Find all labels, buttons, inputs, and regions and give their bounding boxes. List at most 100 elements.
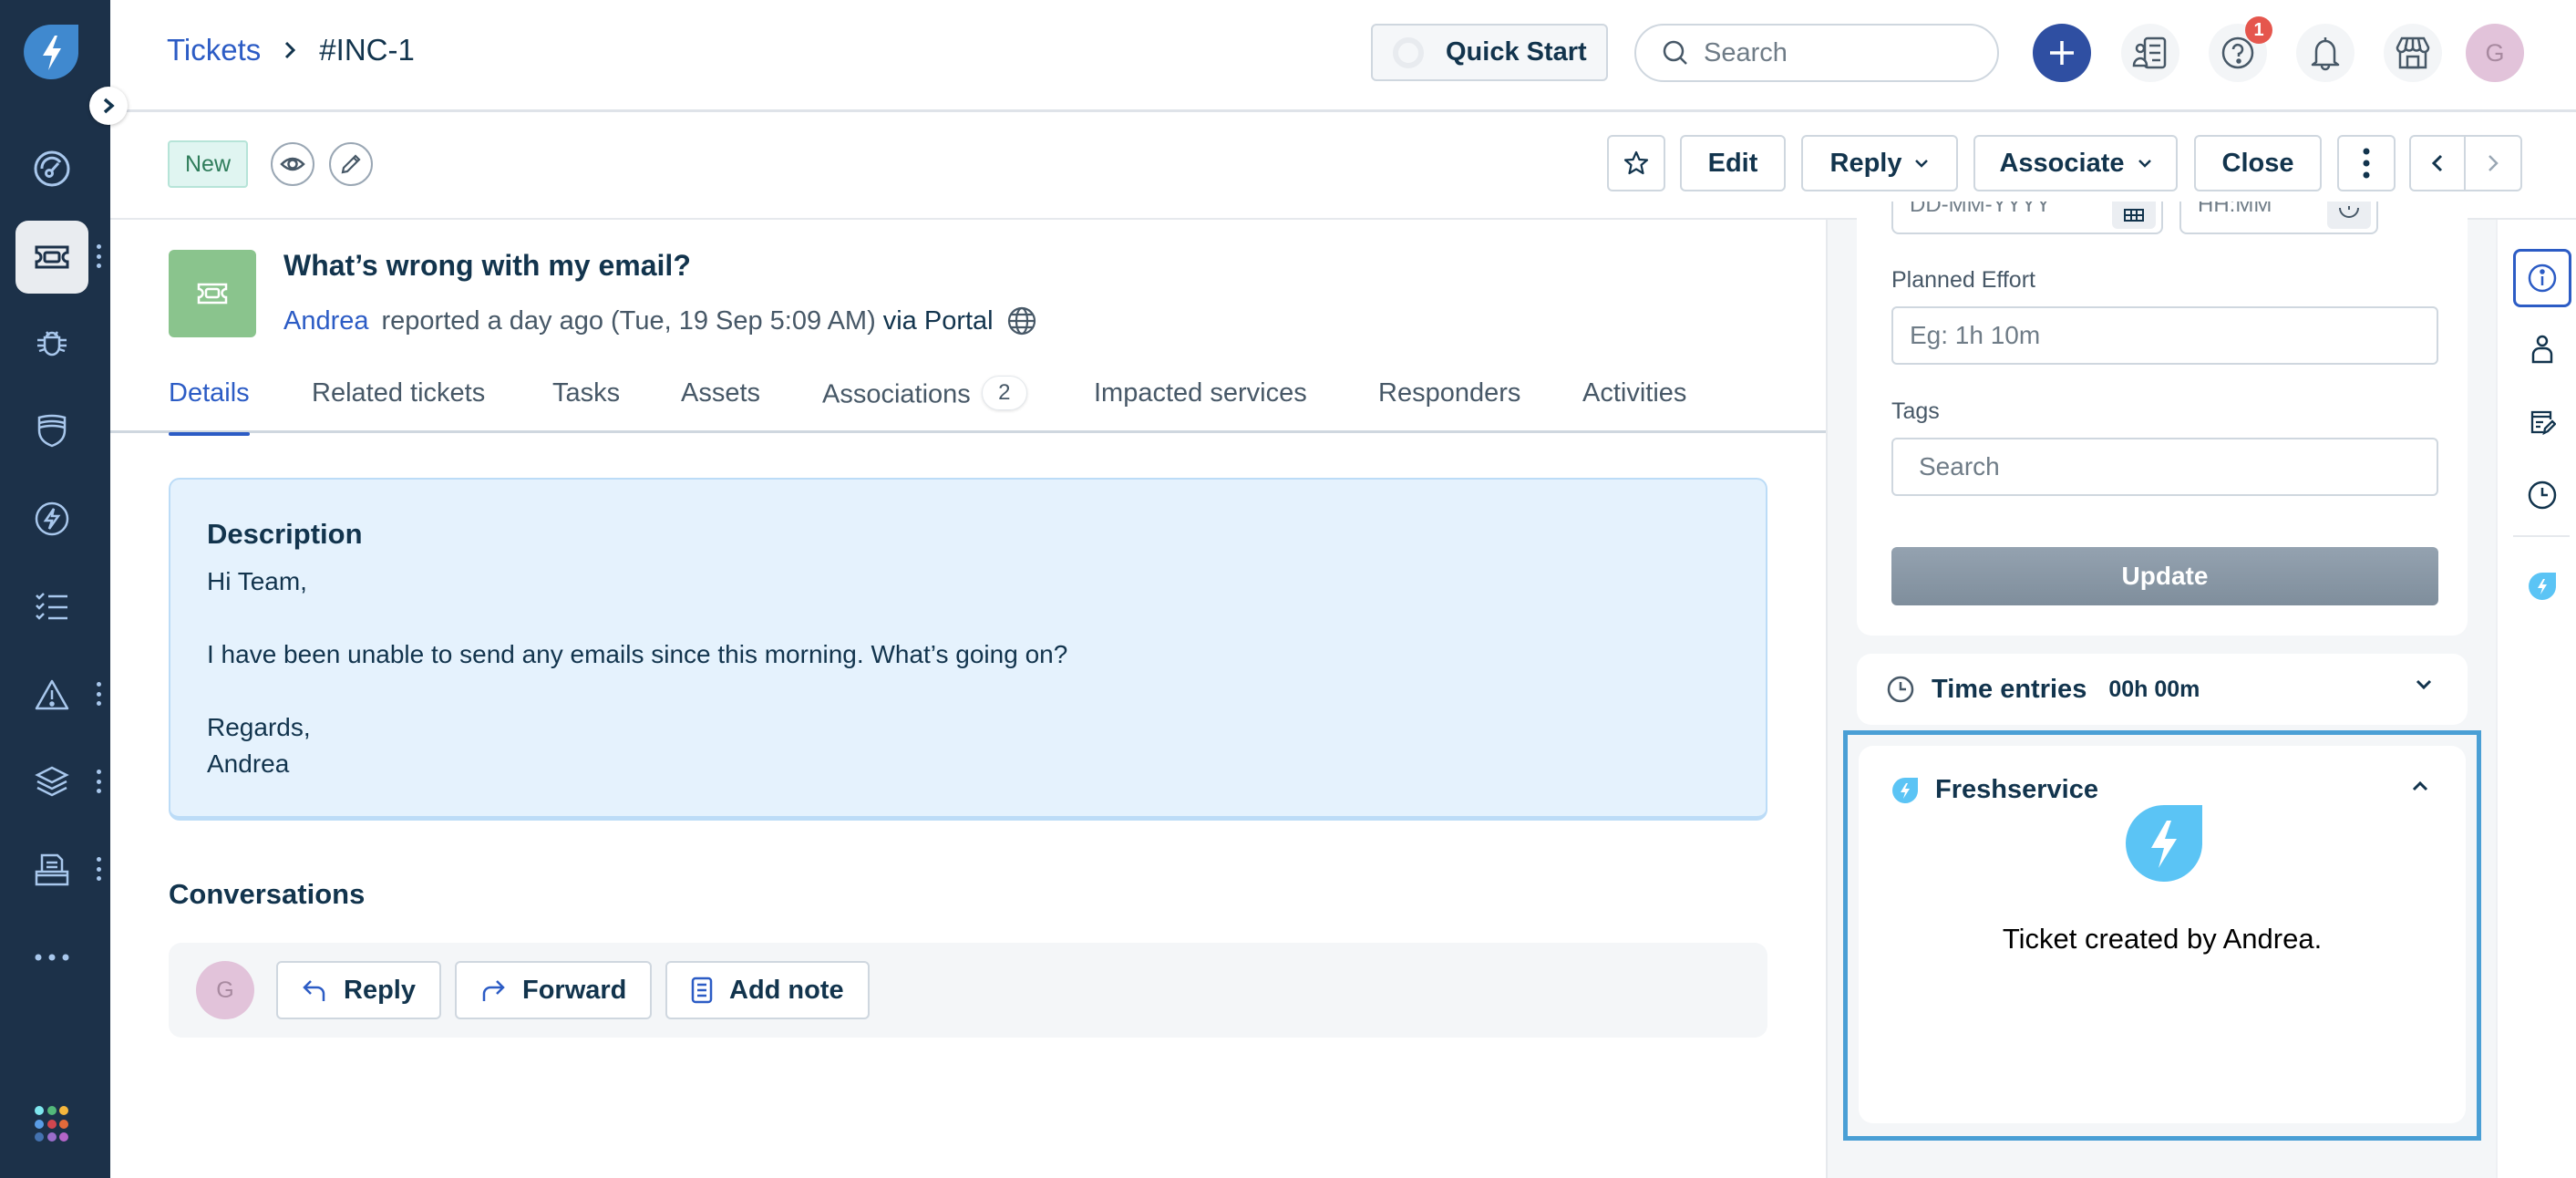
ticket-subject: What’s wrong with my email? — [283, 249, 691, 282]
planned-effort-placeholder: Eg: 1h 10m — [1910, 321, 2041, 349]
sidebar-item-more[interactable] — [15, 921, 88, 994]
rail-notes-button[interactable] — [2513, 393, 2571, 451]
sidebar-expand-button[interactable] — [89, 87, 128, 125]
sidebar-item-assets[interactable] — [15, 746, 88, 819]
clock-icon[interactable] — [2327, 202, 2371, 229]
solutions-menu-dots[interactable] — [95, 857, 102, 881]
tickets-menu-dots[interactable] — [95, 244, 102, 268]
sidebar-item-tasks[interactable] — [15, 571, 88, 644]
edit-label: Edit — [1707, 148, 1758, 178]
apps-grid-dot — [35, 1106, 44, 1115]
bell-icon — [2309, 35, 2342, 71]
tab-responders[interactable]: Responders — [1378, 378, 1520, 433]
warning-icon — [34, 678, 70, 711]
freshservice-app-icon — [1891, 777, 1935, 804]
requester-link[interactable]: Andrea — [283, 306, 369, 336]
watch-button[interactable] — [271, 142, 314, 186]
notes-edit-icon — [2529, 408, 2556, 436]
star-button[interactable] — [1607, 135, 1665, 191]
freshservice-widget: Freshservice Ticket created by Andrea. — [1859, 746, 2466, 1123]
rail-ticket-info-button[interactable] — [2513, 249, 2571, 307]
help-badge-count: 1 — [2245, 16, 2272, 44]
time-entries-value: 00h 00m — [2108, 676, 2200, 702]
user-avatar[interactable]: G — [2466, 24, 2524, 82]
sidebar-item-problems[interactable] — [15, 306, 88, 379]
eye-icon — [280, 155, 305, 173]
add-new-button[interactable] — [2033, 24, 2091, 82]
assets-menu-dots[interactable] — [95, 770, 102, 793]
associate-dropdown-button[interactable]: Associate — [1973, 135, 2178, 191]
time-entries-section[interactable]: Time entries 00h 00m — [1857, 654, 2468, 725]
tab-assets[interactable]: Assets — [681, 378, 760, 433]
sidebar-item-releases[interactable] — [15, 482, 88, 555]
apps-grid-dot — [46, 1106, 57, 1115]
forward-button[interactable]: Forward — [455, 961, 653, 1019]
sidebar-item-changes[interactable] — [15, 394, 88, 467]
close-ticket-button[interactable]: Close — [2194, 135, 2322, 191]
more-actions-button[interactable] — [2337, 135, 2396, 191]
chevron-down-icon — [2138, 159, 2152, 168]
dashboard-gauge-icon — [33, 150, 71, 188]
ticket-properties-panel: DD-MM-YYYY HH:MM Planned Effort Eg: 1h 1… — [1826, 202, 2496, 1178]
calendar-icon[interactable] — [2112, 202, 2156, 229]
globe-icon — [994, 305, 1037, 336]
edit-button[interactable]: Edit — [1680, 135, 1786, 191]
sidebar-item-solutions[interactable] — [15, 833, 88, 906]
contacts-button[interactable] — [2121, 24, 2179, 82]
rail-requester-button[interactable] — [2513, 320, 2571, 378]
rail-time-button[interactable] — [2513, 466, 2571, 524]
reply-button[interactable]: Reply — [276, 961, 441, 1019]
planned-effort-input[interactable]: Eg: 1h 10m — [1891, 306, 2438, 365]
chevron-right-icon — [101, 97, 116, 115]
chevron-down-icon[interactable] — [2415, 679, 2433, 690]
ticket-source: via Portal — [882, 305, 994, 336]
tab-associations[interactable]: Associations 2 — [822, 376, 1027, 433]
global-search-input[interactable]: Search — [1634, 24, 1999, 82]
previous-ticket-button[interactable] — [2411, 137, 2466, 190]
freshservice-widget-header[interactable]: Freshservice — [1891, 775, 2098, 805]
tab-activities[interactable]: Activities — [1582, 378, 1686, 433]
status-badge: New — [168, 140, 248, 188]
apps-grid-icon[interactable] — [35, 1106, 71, 1142]
reply-dropdown-button[interactable]: Reply — [1801, 135, 1958, 191]
edit-title-button[interactable] — [329, 142, 373, 186]
chevron-up-icon[interactable] — [2411, 780, 2429, 791]
freshservice-logo-icon[interactable] — [23, 23, 81, 81]
apps-grid-dot — [59, 1132, 68, 1142]
rail-freshservice-app-button[interactable] — [2513, 557, 2571, 615]
due-time-input[interactable]: HH:MM — [2179, 202, 2378, 234]
add-note-button[interactable]: Add note — [665, 961, 870, 1019]
alerts-menu-dots[interactable] — [95, 682, 102, 706]
marketplace-button[interactable] — [2384, 24, 2442, 82]
notifications-button[interactable] — [2296, 24, 2354, 82]
sidebar-item-alerts[interactable] — [15, 658, 88, 731]
top-header: Tickets #INC-1 Quick Start Search 1 G — [110, 0, 2576, 112]
quick-start-button[interactable]: Quick Start — [1371, 24, 1608, 81]
help-button[interactable]: 1 — [2209, 16, 2272, 82]
time-entries-label: Time entries — [1932, 674, 2087, 704]
tab-tasks[interactable]: Tasks — [552, 378, 620, 433]
requester-icon — [2530, 335, 2555, 364]
due-date-input[interactable]: DD-MM-YYYY — [1891, 202, 2163, 234]
tab-details[interactable]: Details — [169, 378, 250, 436]
info-icon — [2527, 263, 2558, 294]
conversations-title: Conversations — [169, 878, 366, 910]
associations-count: 2 — [981, 376, 1027, 410]
tab-impacted-services[interactable]: Impacted services — [1094, 378, 1307, 433]
tab-related-tickets[interactable]: Related tickets — [312, 378, 485, 433]
conversation-actions: G Reply Forward Add note — [169, 943, 1767, 1038]
description-card: Description Hi Team, I have been unable … — [169, 478, 1767, 821]
reply-label: Reply — [344, 975, 416, 1005]
update-button[interactable]: Update — [1891, 547, 2438, 605]
tags-search-input[interactable]: Search — [1891, 438, 2438, 496]
breadcrumb-tickets-link[interactable]: Tickets — [167, 33, 261, 67]
bug-icon — [34, 325, 70, 361]
apps-grid-dot — [35, 1132, 44, 1142]
next-ticket-button[interactable] — [2466, 137, 2520, 190]
sidebar-item-dashboard[interactable] — [15, 132, 88, 205]
forward-arrow-icon — [480, 977, 522, 1003]
apps-grid-dot — [59, 1119, 68, 1129]
sidebar-item-tickets[interactable] — [15, 221, 88, 294]
reply-arrow-icon — [302, 977, 344, 1003]
agent-avatar: G — [196, 961, 254, 1019]
